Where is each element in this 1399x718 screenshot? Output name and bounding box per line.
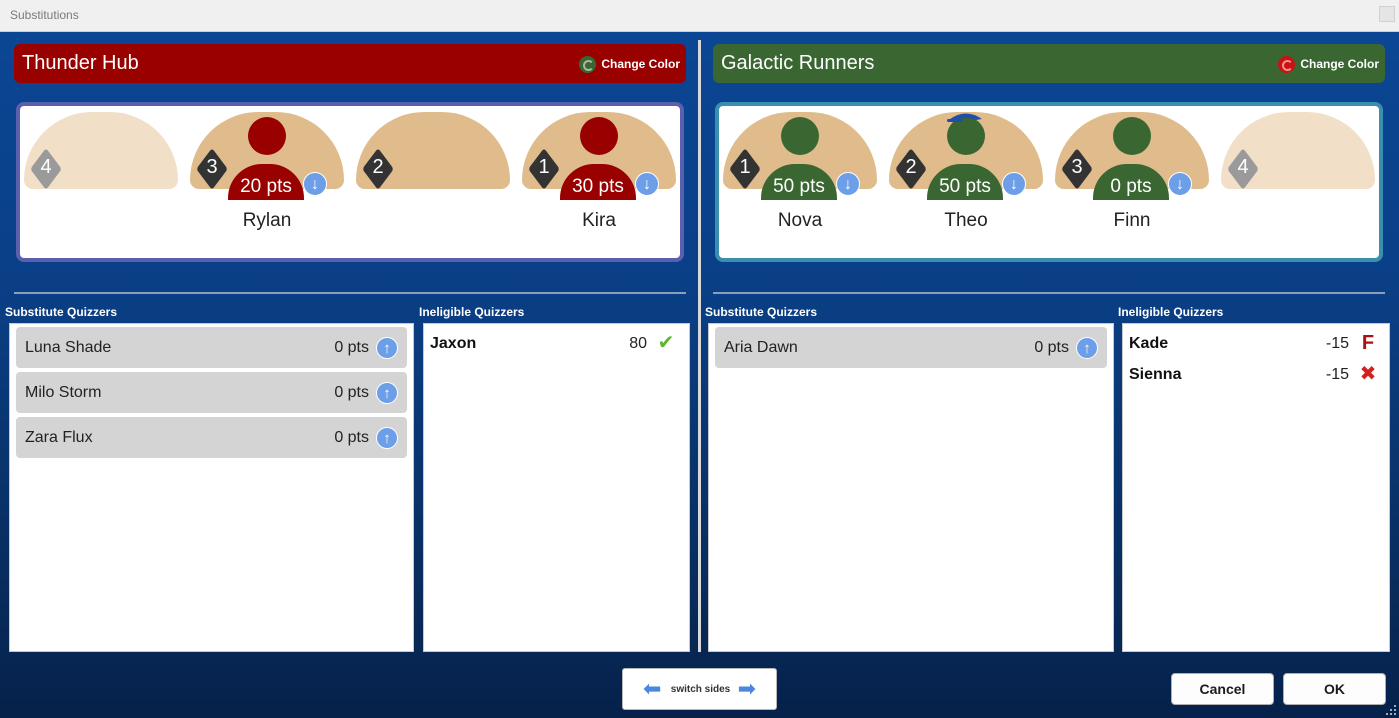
arrow-right-icon: ➡ xyxy=(737,676,756,701)
team2-seat-panel: 50 pts ↓ 1 Nova 50 pts ↓ 2 Theo 0 pts ↓ … xyxy=(715,102,1383,262)
person-head-icon xyxy=(781,117,819,155)
team2-ineligible-list: Kade -15 F Sienna -15 ✖ xyxy=(1122,323,1390,652)
list-item[interactable]: Luna Shade 0 pts ↑ xyxy=(16,327,407,368)
team2-ineligible-label: Ineligible Quizzers xyxy=(1118,305,1224,319)
seat-number-badge: 4 xyxy=(27,148,65,190)
seat-number-badge: 3 xyxy=(193,148,231,190)
team2-seat-3[interactable]: 0 pts ↓ 3 Finn xyxy=(1055,112,1209,231)
team2-seat-2[interactable]: 50 pts ↓ 2 Theo xyxy=(889,112,1043,231)
team1-seat-1[interactable]: 30 pts ↓ 1 Kira xyxy=(522,112,676,231)
seat-quizzer-name: Finn xyxy=(1113,210,1151,231)
foul-status-badge: F xyxy=(1361,332,1375,354)
team1-header: Thunder Hub Change Color xyxy=(14,44,686,83)
team1-name: Thunder Hub xyxy=(22,52,139,74)
substitute-name: Milo Storm xyxy=(25,384,102,401)
substitute-name: Aria Dawn xyxy=(724,339,798,356)
seat-points: 50 pts xyxy=(939,176,991,197)
team-divider xyxy=(698,40,701,652)
person-head-icon xyxy=(1113,117,1151,155)
list-item[interactable]: Milo Storm 0 pts ↑ xyxy=(16,372,407,413)
substitute-points: 0 pts xyxy=(334,339,369,356)
seat-number-badge: 1 xyxy=(525,148,563,190)
team1-seat-2[interactable]: 2 xyxy=(356,112,510,222)
seat-number-badge: 3 xyxy=(1058,148,1096,190)
list-item[interactable]: Zara Flux 0 pts ↑ xyxy=(16,417,407,458)
list-item[interactable]: Kade -15 F xyxy=(1129,331,1385,357)
list-item[interactable]: Jaxon 80 ✔ xyxy=(430,331,685,357)
person-head-icon xyxy=(248,117,286,155)
ineligible-points: -15 xyxy=(1325,366,1349,383)
ineligible-name: Kade xyxy=(1129,335,1169,352)
substitute-points: 0 pts xyxy=(334,429,369,446)
team2-seat-1[interactable]: 50 pts ↓ 1 Nova xyxy=(723,112,877,231)
change-color-label: Change Color xyxy=(601,57,680,71)
team2-substitute-label: Substitute Quizzers xyxy=(705,305,818,319)
arrow-up-icon[interactable]: ↑ xyxy=(376,382,398,404)
window-title: Substitutions xyxy=(10,8,79,22)
arrow-down-icon[interactable]: ↓ xyxy=(836,172,860,196)
resize-grip-icon[interactable] xyxy=(1385,704,1397,716)
team1-seat-3[interactable]: 20 pts ↓ 3 Rylan xyxy=(190,112,344,231)
seat-number-badge: 4 xyxy=(1224,148,1262,190)
team1-substitute-list: Luna Shade 0 pts ↑ Milo Storm 0 pts ↑ Za… xyxy=(9,323,414,652)
seat-number-badge: 2 xyxy=(892,148,930,190)
team1-ineligible-list: Jaxon 80 ✔ xyxy=(423,323,690,652)
team2-seat-4[interactable]: 4 xyxy=(1221,112,1375,222)
arrow-down-icon[interactable]: ↓ xyxy=(635,172,659,196)
close-button[interactable] xyxy=(1379,6,1395,22)
ineligible-points: 80 xyxy=(629,335,647,352)
ineligible-points: -15 xyxy=(1325,335,1349,352)
seat-quizzer-name: Nova xyxy=(777,210,823,231)
section-divider xyxy=(14,292,686,294)
substitute-name: Luna Shade xyxy=(25,339,112,356)
section-divider xyxy=(713,292,1385,294)
seat-number-badge: 2 xyxy=(359,148,397,190)
team2-header: Galactic Runners Change Color xyxy=(713,44,1385,83)
team1-seat-4[interactable]: 4 xyxy=(24,112,178,222)
arrow-down-icon[interactable]: ↓ xyxy=(1168,172,1192,196)
substitute-points: 0 pts xyxy=(1034,339,1069,356)
arrow-up-icon[interactable]: ↑ xyxy=(376,427,398,449)
captain-cap-icon xyxy=(947,113,982,122)
team1-substitute-label: Substitute Quizzers xyxy=(5,305,118,319)
arrow-up-icon[interactable]: ↑ xyxy=(1076,337,1098,359)
team2-substitute-list: Aria Dawn 0 pts ↑ xyxy=(708,323,1114,652)
seat-quizzer-name: Theo xyxy=(944,210,988,231)
arrow-up-icon[interactable]: ↑ xyxy=(376,337,398,359)
title-bar: Substitutions xyxy=(0,0,1399,32)
change-color-label: Change Color xyxy=(1300,57,1379,71)
switch-sides-button[interactable]: ⬅ switch sides ➡ xyxy=(622,668,777,710)
refresh-icon xyxy=(579,55,597,73)
seat-quizzer-name: Rylan xyxy=(242,210,292,231)
seat-number-badge: 1 xyxy=(726,148,764,190)
seat-quizzer-name: Kira xyxy=(582,210,616,231)
seat-points: 0 pts xyxy=(1110,176,1152,197)
team1-seat-panel: 4 20 pts ↓ 3 Rylan 2 30 pts ↓ 1 Kira xyxy=(16,102,684,262)
x-icon: ✖ xyxy=(1359,363,1377,385)
arrow-down-icon[interactable]: ↓ xyxy=(1002,172,1026,196)
team2-name: Galactic Runners xyxy=(721,52,875,74)
seat-points: 20 pts xyxy=(240,176,292,197)
arrow-down-icon[interactable]: ↓ xyxy=(303,172,327,196)
seat-points: 50 pts xyxy=(773,176,825,197)
person-head-icon xyxy=(580,117,618,155)
refresh-icon xyxy=(1278,55,1296,73)
ineligible-name: Sienna xyxy=(1129,366,1182,383)
team1-change-color-button[interactable]: Change Color xyxy=(579,54,680,74)
team2-change-color-button[interactable]: Change Color xyxy=(1278,54,1379,74)
list-item[interactable]: Sienna -15 ✖ xyxy=(1129,362,1385,388)
ineligible-name: Jaxon xyxy=(430,335,477,352)
ok-button[interactable]: OK xyxy=(1283,673,1386,705)
check-icon: ✔ xyxy=(657,332,675,354)
substitute-points: 0 pts xyxy=(334,384,369,401)
team1-ineligible-label: Ineligible Quizzers xyxy=(419,305,525,319)
seat-points: 30 pts xyxy=(572,176,624,197)
cancel-button[interactable]: Cancel xyxy=(1171,673,1274,705)
list-item[interactable]: Aria Dawn 0 pts ↑ xyxy=(715,327,1107,368)
substitute-name: Zara Flux xyxy=(25,429,93,446)
